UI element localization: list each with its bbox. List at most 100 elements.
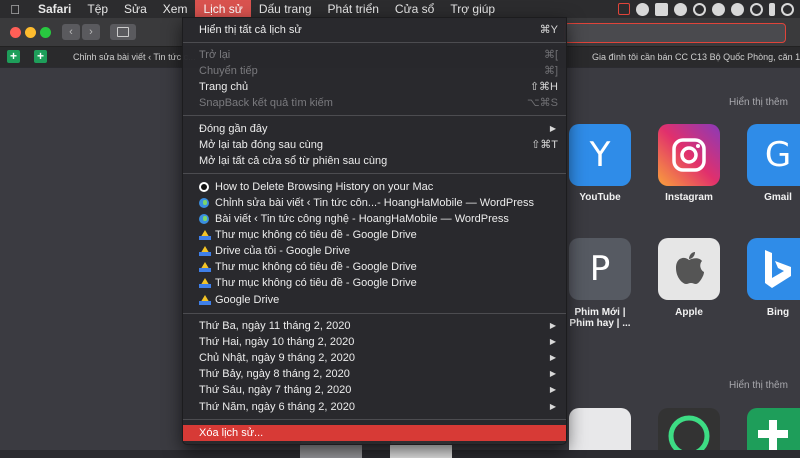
pinned-tab-icon[interactable]: + [34, 50, 47, 63]
history-entry[interactable]: Thư mục không có tiêu đề - Google Drive [183, 259, 566, 275]
history-day-label: Thứ Sáu, ngày 7 tháng 2, 2020 [199, 384, 352, 396]
google-drive-icon [199, 278, 211, 288]
bookmark-tile[interactable] [747, 408, 800, 450]
menu-item-label: Đóng gần đây [199, 123, 268, 135]
zoom-window-button[interactable] [40, 27, 51, 38]
menu-item-label: Mở lại tất cả cửa sổ từ phiên sau cùng [199, 155, 388, 167]
history-day-item[interactable]: Thứ Hai, ngày 10 tháng 2, 2020 ▶ [183, 334, 566, 350]
checkmark-icon[interactable] [636, 2, 649, 16]
history-entry[interactable]: Bài viết ‹ Tin tức công nghệ - HoangHaMo… [183, 211, 566, 227]
menu-separator [183, 419, 566, 420]
menu-edit[interactable]: Sửa [116, 0, 155, 18]
history-day-item[interactable]: Thứ Sáu, ngày 7 tháng 2, 2020 ▶ [183, 382, 566, 398]
submenu-arrow-icon: ▶ [549, 321, 556, 330]
sync-icon[interactable] [693, 2, 706, 16]
history-entry[interactable]: Chỉnh sửa bài viết ‹ Tin tức côn...- Hoa… [183, 195, 566, 211]
history-entry-title: Chỉnh sửa bài viết ‹ Tin tức côn...- Hoa… [215, 197, 534, 209]
android-icon [668, 415, 710, 457]
submenu-arrow-icon: ▶ [549, 385, 556, 394]
bing-tile[interactable] [747, 238, 800, 300]
skype-icon[interactable] [712, 2, 725, 16]
menu-develop[interactable]: Phát triển [320, 0, 387, 18]
bluetooth-icon[interactable] [769, 2, 775, 16]
show-more-link[interactable]: Hiển thị thêm [729, 97, 788, 108]
history-entry-title: Google Drive [215, 294, 280, 306]
clock-icon[interactable] [674, 2, 687, 16]
history-day-item[interactable]: Thứ Năm, ngày 6 tháng 2, 2020 ▶ [183, 399, 566, 415]
menu-item-label: Xóa lịch sử... [199, 427, 264, 439]
apple-icon[interactable]:  [0, 2, 30, 17]
reopen-windows-item[interactable]: Mở lại tất cả cửa sổ từ phiên sau cùng [183, 153, 566, 169]
tile-label: Apple [675, 307, 703, 318]
snapback-item: SnapBack kết quả tìm kiếm ⌥⌘S [183, 95, 566, 111]
pinned-tab-icon[interactable]: + [7, 50, 20, 63]
bookmark-tile[interactable] [658, 408, 720, 457]
back-item: Trở lại ⌘[ [183, 47, 566, 63]
tile-label: Gmail [764, 192, 792, 203]
show-more-link[interactable]: Hiển thị thêm [729, 380, 788, 391]
menu-bookmarks[interactable]: Dấu trang [251, 0, 320, 18]
youtube-letter: Y [589, 135, 611, 175]
clear-history-item[interactable]: Xóa lịch sử... [183, 425, 566, 441]
tab-title[interactable]: Gia đình tôi cần bán CC C13 Bộ Quốc Phòn… [592, 52, 800, 62]
menu-file[interactable]: Tệp [79, 0, 116, 18]
history-entry[interactable]: Drive của tôi - Google Drive [183, 243, 566, 259]
phimmoi-letter: P [589, 249, 611, 289]
google-drive-icon [199, 262, 211, 272]
history-entry[interactable]: Thư mục không có tiêu đề - Google Drive [183, 227, 566, 243]
apple-logo-icon [676, 252, 704, 284]
menu-safari[interactable]: Safari [30, 0, 79, 18]
globe-icon [199, 214, 209, 224]
menu-item-label: Chuyển tiếp [199, 65, 258, 77]
history-day-item[interactable]: Chủ Nhật, ngày 9 tháng 2, 2020 ▶ [183, 350, 566, 366]
globe-icon [199, 198, 209, 208]
sidebar-icon [117, 27, 129, 37]
history-entry[interactable]: How to Delete Browsing History on your M… [183, 179, 566, 195]
history-entry-title: Thư mục không có tiêu đề - Google Drive [215, 277, 417, 289]
app-status-icon[interactable] [655, 2, 668, 16]
submenu-arrow-icon: ▶ [549, 353, 556, 362]
tile-label: Phim Mới | Phim hay | ... [569, 307, 631, 329]
recently-closed-item[interactable]: Đóng gần đây ▶ [183, 121, 566, 137]
minimize-window-button[interactable] [25, 27, 36, 38]
menu-separator [183, 173, 566, 174]
home-item[interactable]: Trang chủ ⇧⌘H [183, 79, 566, 95]
back-button[interactable]: ‹ [62, 24, 80, 40]
menu-help[interactable]: Trợ giúp [442, 0, 503, 18]
gmail-tile[interactable]: G [747, 124, 800, 186]
shortcut-label: ⇧⌘H [529, 81, 558, 93]
location-arrow-icon[interactable] [618, 3, 630, 15]
menu-window[interactable]: Cửa sổ [387, 0, 442, 18]
shortcut-label: ⌘Y [539, 24, 558, 36]
forward-button[interactable]: › [82, 24, 100, 40]
history-entry-title: Thư mục không có tiêu đề - Google Drive [215, 261, 417, 273]
tab-title[interactable]: Chỉnh sửa bài viết ‹ Tin tức c... [73, 52, 196, 62]
shortcut-label: ⇧⌘T [531, 139, 558, 151]
menu-bar:  Safari Tệp Sửa Xem Lịch sử Dấu trang P… [0, 0, 800, 18]
tile-label: Bing [766, 307, 790, 318]
submenu-arrow-icon: ▶ [549, 337, 556, 346]
history-entry[interactable]: Thư mục không có tiêu đề - Google Drive [183, 275, 566, 291]
menu-view[interactable]: Xem [155, 0, 196, 18]
reopen-last-tab-item[interactable]: Mở lại tab đóng sau cùng ⇧⌘T [183, 137, 566, 153]
apple-tile[interactable] [658, 238, 720, 300]
menu-item-label: Trở lại [199, 49, 231, 61]
shortcut-label: ⌥⌘S [526, 97, 558, 109]
menu-history[interactable]: Lịch sử [195, 0, 251, 18]
show-all-history-item[interactable]: Hiển thị tất cả lịch sử ⌘Y [183, 22, 566, 38]
menu-separator [183, 115, 566, 116]
address-bar[interactable] [564, 23, 786, 43]
circle-icon[interactable] [750, 2, 763, 16]
phimmoi-tile[interactable]: P [569, 238, 631, 300]
bookmark-tile[interactable] [569, 408, 631, 450]
history-day-item[interactable]: Thứ Bảy, ngày 8 tháng 2, 2020 ▶ [183, 366, 566, 382]
youtube-tile[interactable]: Y [569, 124, 631, 186]
sidebar-toggle-button[interactable] [110, 24, 136, 40]
close-window-button[interactable] [10, 27, 21, 38]
history-day-item[interactable]: Thứ Ba, ngày 11 tháng 2, 2020 ▶ [183, 318, 566, 334]
dollar-icon[interactable] [731, 2, 744, 16]
history-entry[interactable]: Google Drive [183, 292, 566, 308]
bing-logo-icon [765, 250, 791, 288]
instagram-tile[interactable] [658, 124, 720, 186]
wifi-icon[interactable] [781, 2, 794, 16]
